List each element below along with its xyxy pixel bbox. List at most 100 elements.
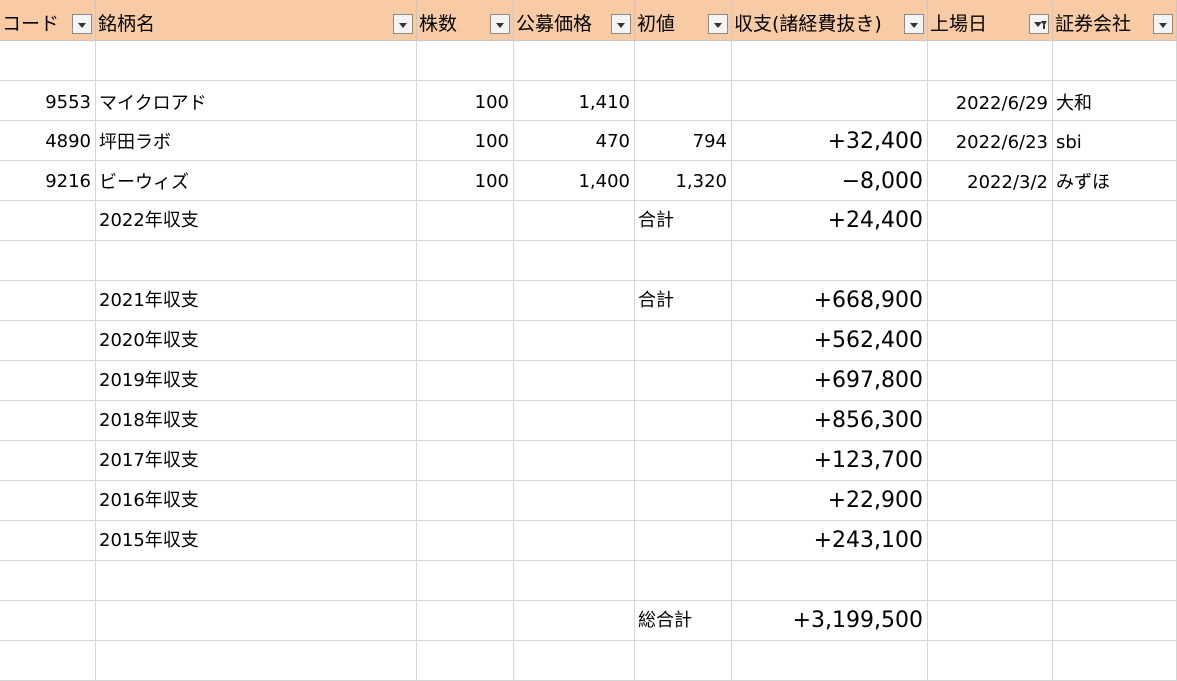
- cell-name[interactable]: 2018年収支: [96, 401, 417, 441]
- cell-name[interactable]: 2017年収支: [96, 441, 417, 481]
- cell-pnl[interactable]: +123,700: [732, 441, 928, 481]
- cell-shares[interactable]: [417, 521, 514, 561]
- dropdown-arrow-icon[interactable]: [904, 14, 924, 34]
- cell-listing_date[interactable]: [928, 281, 1053, 321]
- cell-shares[interactable]: [417, 321, 514, 361]
- cell-offer_price[interactable]: [514, 41, 635, 81]
- cell-broker[interactable]: [1053, 281, 1177, 321]
- cell-offer_price[interactable]: [514, 561, 635, 601]
- cell-broker[interactable]: [1053, 41, 1177, 81]
- cell-name[interactable]: 2015年収支: [96, 521, 417, 561]
- cell-first_price[interactable]: [635, 41, 732, 81]
- cell-offer_price[interactable]: [514, 321, 635, 361]
- column-header-shares[interactable]: 株数: [417, 0, 514, 41]
- cell-shares[interactable]: [417, 601, 514, 641]
- cell-pnl[interactable]: [732, 41, 928, 81]
- cell-name[interactable]: マイクロアド: [96, 81, 417, 121]
- cell-first_price[interactable]: 合計: [635, 281, 732, 321]
- cell-first_price[interactable]: 総合計: [635, 601, 732, 641]
- column-header-first_price[interactable]: 初値: [635, 0, 732, 41]
- cell-shares[interactable]: [417, 401, 514, 441]
- cell-shares[interactable]: [417, 561, 514, 601]
- cell-offer_price[interactable]: 1,410: [514, 81, 635, 121]
- cell-broker[interactable]: [1053, 441, 1177, 481]
- cell-name[interactable]: 2016年収支: [96, 481, 417, 521]
- cell-name[interactable]: 坪田ラボ: [96, 121, 417, 161]
- cell-first_price[interactable]: [635, 401, 732, 441]
- cell-broker[interactable]: [1053, 361, 1177, 401]
- dropdown-arrow-icon[interactable]: [611, 14, 631, 34]
- cell-code[interactable]: [0, 41, 96, 81]
- cell-shares[interactable]: 100: [417, 161, 514, 201]
- cell-listing_date[interactable]: [928, 521, 1053, 561]
- cell-broker[interactable]: [1053, 321, 1177, 361]
- column-header-offer_price[interactable]: 公募価格: [514, 0, 635, 41]
- cell-listing_date[interactable]: [928, 241, 1053, 281]
- cell-offer_price[interactable]: [514, 401, 635, 441]
- cell-listing_date[interactable]: [928, 481, 1053, 521]
- cell-shares[interactable]: [417, 441, 514, 481]
- cell-first_price[interactable]: [635, 481, 732, 521]
- cell-listing_date[interactable]: [928, 441, 1053, 481]
- cell-first_price[interactable]: [635, 441, 732, 481]
- cell-name[interactable]: [96, 561, 417, 601]
- cell-listing_date[interactable]: [928, 201, 1053, 241]
- cell-first_price[interactable]: 1,320: [635, 161, 732, 201]
- cell-pnl[interactable]: +22,900: [732, 481, 928, 521]
- cell-offer_price[interactable]: [514, 361, 635, 401]
- cell-code[interactable]: [0, 521, 96, 561]
- cell-pnl[interactable]: +3,199,500: [732, 601, 928, 641]
- dropdown-arrow-icon[interactable]: [490, 14, 510, 34]
- cell-code[interactable]: [0, 241, 96, 281]
- cell-listing_date[interactable]: 2022/6/29: [928, 81, 1053, 121]
- cell-listing_date[interactable]: [928, 561, 1053, 601]
- cell-listing_date[interactable]: 2022/6/23: [928, 121, 1053, 161]
- column-header-name[interactable]: 銘柄名: [96, 0, 417, 41]
- cell-code[interactable]: 9216: [0, 161, 96, 201]
- cell-name[interactable]: 2020年収支: [96, 321, 417, 361]
- cell-broker[interactable]: [1053, 641, 1177, 681]
- cell-broker[interactable]: [1053, 241, 1177, 281]
- cell-first_price[interactable]: [635, 561, 732, 601]
- cell-listing_date[interactable]: 2022/3/2: [928, 161, 1053, 201]
- cell-code[interactable]: 9553: [0, 81, 96, 121]
- column-header-broker[interactable]: 証券会社: [1053, 0, 1177, 41]
- cell-broker[interactable]: [1053, 481, 1177, 521]
- cell-first_price[interactable]: 794: [635, 121, 732, 161]
- dropdown-arrow-icon[interactable]: [708, 14, 728, 34]
- cell-pnl[interactable]: +856,300: [732, 401, 928, 441]
- cell-first_price[interactable]: [635, 641, 732, 681]
- cell-code[interactable]: [0, 641, 96, 681]
- cell-name[interactable]: 2021年収支: [96, 281, 417, 321]
- cell-pnl[interactable]: +24,400: [732, 201, 928, 241]
- cell-broker[interactable]: sbi: [1053, 121, 1177, 161]
- cell-shares[interactable]: [417, 201, 514, 241]
- cell-pnl[interactable]: [732, 241, 928, 281]
- cell-pnl[interactable]: [732, 641, 928, 681]
- cell-name[interactable]: [96, 241, 417, 281]
- cell-name[interactable]: ビーウィズ: [96, 161, 417, 201]
- cell-offer_price[interactable]: [514, 201, 635, 241]
- cell-broker[interactable]: みずほ: [1053, 161, 1177, 201]
- cell-shares[interactable]: [417, 41, 514, 81]
- cell-name[interactable]: 2022年収支: [96, 201, 417, 241]
- cell-name[interactable]: [96, 601, 417, 641]
- cell-code[interactable]: [0, 201, 96, 241]
- cell-first_price[interactable]: [635, 361, 732, 401]
- cell-code[interactable]: [0, 361, 96, 401]
- cell-shares[interactable]: [417, 361, 514, 401]
- cell-first_price[interactable]: [635, 81, 732, 121]
- cell-listing_date[interactable]: [928, 361, 1053, 401]
- cell-offer_price[interactable]: 1,400: [514, 161, 635, 201]
- cell-first_price[interactable]: 合計: [635, 201, 732, 241]
- dropdown-arrow-icon[interactable]: [393, 14, 413, 34]
- cell-offer_price[interactable]: [514, 521, 635, 561]
- cell-offer_price[interactable]: [514, 481, 635, 521]
- column-header-listing_date[interactable]: 上場日: [928, 0, 1053, 41]
- cell-broker[interactable]: [1053, 561, 1177, 601]
- cell-listing_date[interactable]: [928, 321, 1053, 361]
- cell-name[interactable]: [96, 41, 417, 81]
- cell-shares[interactable]: [417, 641, 514, 681]
- cell-first_price[interactable]: [635, 241, 732, 281]
- cell-listing_date[interactable]: [928, 641, 1053, 681]
